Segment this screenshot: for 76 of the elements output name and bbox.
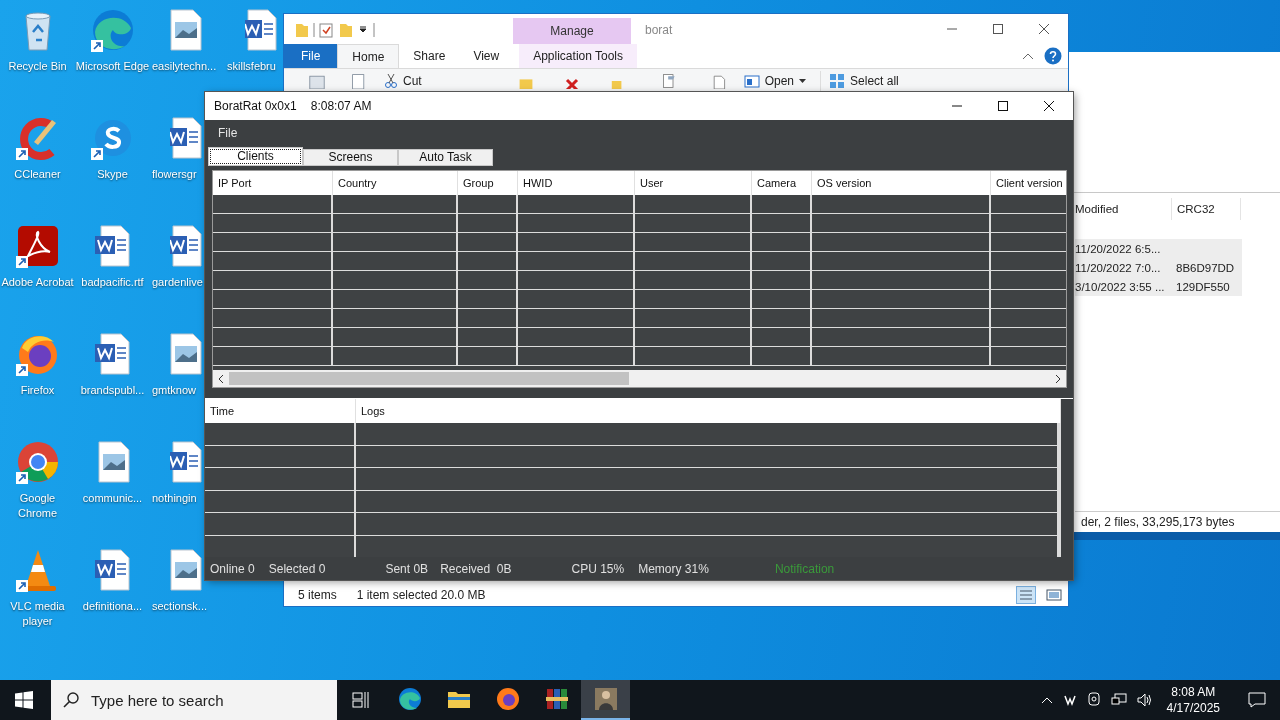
close-icon[interactable] [1043, 99, 1055, 112]
column-header[interactable]: OS version [812, 170, 991, 195]
search-field[interactable]: Type here to search [89, 690, 313, 710]
status-text: Received 0B [440, 561, 512, 576]
scissors-icon [384, 73, 398, 89]
menu-item[interactable]: File [211, 125, 245, 140]
close-icon[interactable] [1038, 23, 1050, 35]
tab[interactable]: Clients [208, 146, 303, 166]
column-header[interactable]: Group [458, 170, 518, 195]
document-icon[interactable] [245, 6, 277, 54]
image-file-icon[interactable] [170, 330, 202, 378]
thumbnail-view-icon[interactable] [1046, 588, 1062, 602]
status-text: 5 items [298, 588, 337, 602]
ribbon-tab[interactable]: File [284, 44, 338, 68]
scroll-left-icon[interactable] [217, 373, 225, 384]
document-icon[interactable] [170, 114, 202, 162]
column-header[interactable]: Country [333, 170, 458, 195]
status-text: 1 item selected 20.0 MB [356, 588, 486, 602]
document-icon[interactable] [170, 222, 202, 270]
status-text: Memory 31% [638, 561, 709, 576]
column-header[interactable]: CRC32 [1172, 198, 1241, 220]
status-text: der, 2 files, 33,295,173 bytes [1081, 515, 1235, 529]
window-time: 8:08:07 AM [310, 98, 372, 113]
column-header[interactable]: IP Port [213, 170, 333, 195]
webcam-icon[interactable] [1086, 692, 1101, 708]
window-title: BoratRat 0x0x1 [214, 98, 297, 113]
tab[interactable]: Screens [303, 148, 398, 166]
search-icon [63, 692, 79, 708]
collapse-ribbon-icon[interactable] [1022, 52, 1034, 60]
notification-icon[interactable] [1248, 692, 1266, 708]
grid-icon [829, 73, 846, 89]
scrollbar-thumb[interactable] [229, 372, 629, 386]
tab[interactable]: Auto Task [398, 148, 493, 166]
ribbon-tab[interactable]: Home [337, 44, 400, 68]
window-icon [743, 74, 760, 88]
column-header[interactable]: HWID [518, 170, 635, 195]
table-cell-text: 3/10/2022 3:55 ... [1075, 280, 1166, 293]
contextual-group-label: Manage [550, 24, 594, 38]
column-header[interactable]: User [635, 170, 752, 195]
figure-icon[interactable] [581, 680, 630, 720]
table-cell-text: 8B6D97DD [1175, 261, 1236, 274]
image-file-icon[interactable] [170, 546, 202, 594]
column-header[interactable]: Modified [1075, 198, 1172, 220]
status-text: CPU 15% [571, 561, 625, 576]
volume-icon[interactable] [1136, 693, 1153, 707]
maximize-icon[interactable] [992, 23, 1004, 35]
windows-start-icon[interactable] [15, 691, 33, 709]
document-icon[interactable] [170, 438, 202, 486]
column-header[interactable]: Client version [991, 170, 1066, 195]
table-cell-text: 11/20/2022 6:5... [1075, 242, 1162, 255]
table-cell-text: 11/20/2022 7:0... [1075, 261, 1162, 274]
search-box[interactable]: Type here to search [51, 680, 337, 720]
table-cell-text: 129DF550 [1175, 280, 1231, 293]
window-title: borat [645, 23, 674, 37]
tray-app-icon[interactable] [1062, 693, 1077, 707]
task-view-icon[interactable] [352, 691, 370, 709]
image-file-icon[interactable] [170, 6, 202, 54]
scroll-right-icon[interactable] [1054, 373, 1062, 384]
network-icon[interactable] [1110, 693, 1127, 707]
scrollbar[interactable] [213, 370, 1066, 388]
open-button[interactable]: Open [739, 71, 811, 91]
ribbon-tab[interactable]: View [459, 44, 514, 68]
status-text: Online 0 [210, 561, 255, 576]
caret-icon [799, 79, 807, 83]
status-text: Sent 0B [385, 561, 429, 576]
status-text: Selected 0 [268, 561, 326, 576]
clock-time[interactable]: 8:08 AM [1171, 684, 1216, 700]
clock-date[interactable]: 4/17/2025 [1166, 700, 1220, 716]
maximize-icon[interactable] [997, 99, 1009, 112]
status-text: Notification [774, 561, 835, 576]
ribbon-tab[interactable]: Share [399, 44, 460, 68]
column-header[interactable]: Camera [752, 170, 812, 195]
ribbon-tab[interactable]: Application Tools [519, 44, 638, 68]
cut-button[interactable]: Cut [380, 71, 426, 91]
help-icon[interactable] [1044, 47, 1062, 65]
chevron-up-icon[interactable] [1040, 696, 1053, 704]
